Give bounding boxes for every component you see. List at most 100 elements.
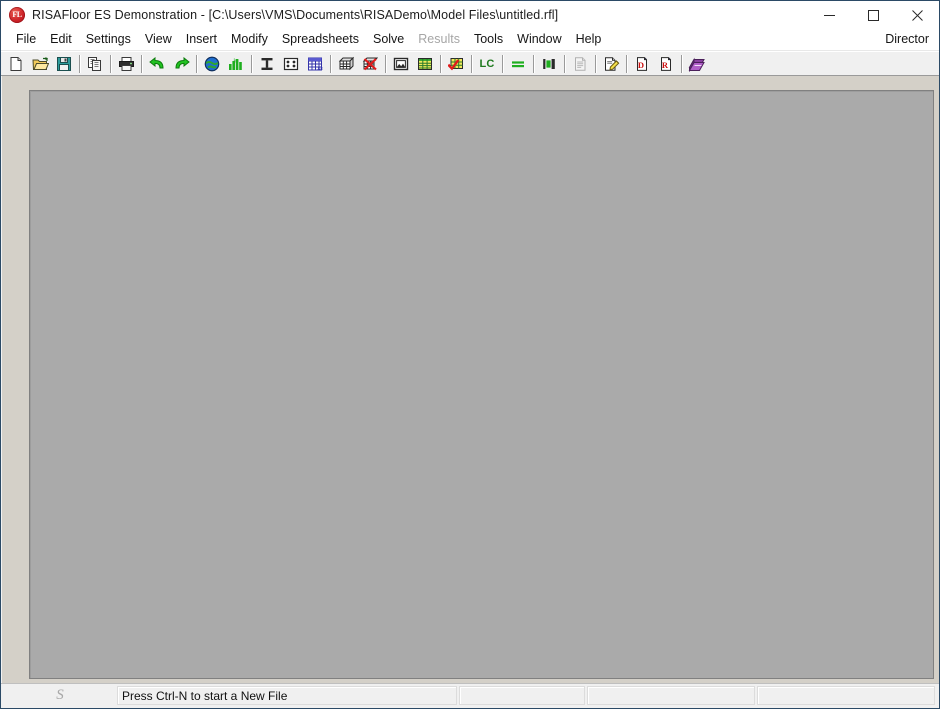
spreadsheets-button[interactable] bbox=[413, 52, 437, 75]
window-controls bbox=[807, 1, 939, 29]
d-page-button[interactable]: D bbox=[630, 52, 654, 75]
help-book-icon bbox=[688, 56, 706, 72]
svg-text:123: 123 bbox=[317, 65, 323, 70]
svg-text:in: in bbox=[234, 58, 240, 64]
copy-button[interactable] bbox=[83, 52, 107, 75]
minimize-button[interactable] bbox=[807, 1, 851, 29]
grid-delete-icon bbox=[362, 56, 378, 72]
menu-item-insert[interactable]: Insert bbox=[179, 29, 224, 50]
help-button[interactable] bbox=[685, 52, 709, 75]
solve-button[interactable] bbox=[444, 52, 468, 75]
menu-item-solve[interactable]: Solve bbox=[366, 29, 411, 50]
lc-icon: LC bbox=[479, 57, 495, 70]
new-file-icon bbox=[8, 56, 24, 72]
menu-item-tools[interactable]: Tools bbox=[467, 29, 510, 50]
generate-mesh-button[interactable] bbox=[334, 52, 358, 75]
open-folder-icon bbox=[31, 56, 49, 72]
app-logo-icon: FL bbox=[9, 7, 25, 23]
menu-item-window[interactable]: Window bbox=[510, 29, 568, 50]
menu-item-view[interactable]: View bbox=[138, 29, 179, 50]
toolbar-separator bbox=[138, 52, 145, 75]
toolbar-separator bbox=[248, 52, 255, 75]
status-message-panel: Press Ctrl-N to start a New File bbox=[117, 686, 457, 705]
mdi-container bbox=[2, 76, 939, 683]
undo-icon bbox=[148, 56, 166, 71]
snap-icon: S bbox=[56, 687, 64, 703]
save-icon bbox=[56, 56, 72, 72]
shape-database-button[interactable] bbox=[255, 52, 279, 75]
open-file-button[interactable] bbox=[28, 52, 52, 75]
equals-icon bbox=[510, 56, 526, 72]
redo-icon bbox=[173, 56, 190, 71]
toolbar-separator bbox=[561, 52, 568, 75]
undo-button[interactable] bbox=[145, 52, 169, 75]
status-message: Press Ctrl-N to start a New File bbox=[122, 688, 288, 703]
toolbar-separator bbox=[592, 52, 599, 75]
project-grid-button[interactable]: 123 bbox=[303, 52, 327, 75]
spreadsheet-icon bbox=[417, 56, 433, 72]
load-case-button[interactable]: LC bbox=[475, 52, 499, 75]
diagrams-button[interactable] bbox=[537, 52, 561, 75]
close-button[interactable] bbox=[895, 1, 939, 29]
r-page-button[interactable]: R bbox=[654, 52, 678, 75]
mdi-client-area[interactable] bbox=[29, 90, 934, 679]
units-button[interactable]: in bbox=[224, 52, 248, 75]
director-label[interactable]: Director bbox=[885, 29, 929, 50]
toolbar-separator bbox=[530, 52, 537, 75]
document-icon bbox=[572, 56, 588, 72]
svg-text:R: R bbox=[662, 60, 669, 70]
toolbar-separator bbox=[623, 52, 630, 75]
r-page-icon: R bbox=[659, 56, 673, 72]
toolbar-separator bbox=[437, 52, 444, 75]
d-page-icon: D bbox=[635, 56, 649, 72]
toolbar-separator bbox=[499, 52, 506, 75]
menu-item-results: Results bbox=[418, 32, 460, 46]
app-logo-text: FL bbox=[12, 10, 22, 19]
application-window: FL RISAFloor ES Demonstration - [C:\User… bbox=[0, 0, 940, 709]
grid-mesh-icon bbox=[338, 56, 354, 72]
menu-item-file[interactable]: File bbox=[9, 29, 43, 50]
global-parameters-button[interactable] bbox=[200, 52, 224, 75]
save-file-button[interactable] bbox=[52, 52, 76, 75]
main-toolbar: in 123 LC D R bbox=[1, 51, 939, 76]
toolbar-separator bbox=[678, 52, 685, 75]
status-bar: S Press Ctrl-N to start a New File bbox=[1, 683, 939, 708]
maximize-button[interactable] bbox=[851, 1, 895, 29]
drawing-grid-button[interactable] bbox=[279, 52, 303, 75]
report-button bbox=[568, 52, 592, 75]
status-icon-panel: S bbox=[5, 686, 115, 705]
document-pencil-icon bbox=[603, 56, 620, 72]
toolbar-separator bbox=[468, 52, 475, 75]
menu-item-modify[interactable]: Modify bbox=[224, 29, 275, 50]
print-button[interactable] bbox=[114, 52, 138, 75]
plot-options-button[interactable] bbox=[389, 52, 413, 75]
title-bar: FL RISAFloor ES Demonstration - [C:\User… bbox=[1, 1, 939, 29]
menu-item-edit[interactable]: Edit bbox=[43, 29, 79, 50]
toolbar-separator bbox=[76, 52, 83, 75]
detail-report-button[interactable] bbox=[599, 52, 623, 75]
svg-text:D: D bbox=[638, 60, 644, 70]
delete-mesh-button[interactable] bbox=[358, 52, 382, 75]
menu-item-help[interactable]: Help bbox=[569, 29, 609, 50]
corner-dots-icon bbox=[283, 56, 299, 72]
print-icon bbox=[118, 56, 135, 72]
toolbar-separator bbox=[107, 52, 114, 75]
i-beam-icon bbox=[259, 56, 275, 72]
load-combinations-button[interactable] bbox=[506, 52, 530, 75]
toolbar-separator bbox=[193, 52, 200, 75]
redo-button[interactable] bbox=[169, 52, 193, 75]
menu-bar: File Edit Settings View Insert Modify Sp… bbox=[1, 29, 939, 51]
status-panel-3 bbox=[587, 686, 755, 705]
window-title: RISAFloor ES Demonstration - [C:\Users\V… bbox=[32, 8, 559, 22]
menu-item-settings[interactable]: Settings bbox=[79, 29, 138, 50]
framed-view-icon bbox=[393, 56, 409, 72]
bar-graph-icon bbox=[541, 56, 557, 72]
copy-icon bbox=[87, 56, 103, 72]
workspace bbox=[1, 76, 939, 683]
globe-icon bbox=[204, 56, 220, 72]
status-panel-2 bbox=[459, 686, 585, 705]
new-file-button[interactable] bbox=[4, 52, 28, 75]
menu-item-spreadsheets[interactable]: Spreadsheets bbox=[275, 29, 366, 50]
chart-in-icon: in bbox=[228, 56, 244, 72]
blue-grid-icon: 123 bbox=[307, 56, 323, 72]
